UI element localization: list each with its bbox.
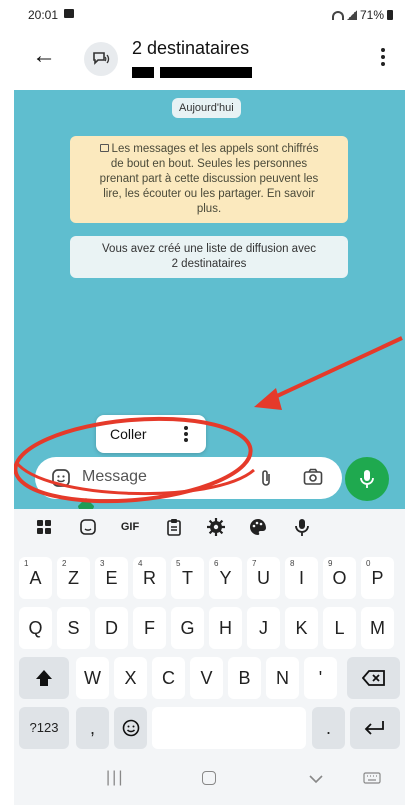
annotation-arrow-head	[254, 388, 282, 410]
key-k[interactable]: K	[285, 607, 318, 649]
key-a[interactable]: 1A	[19, 557, 52, 599]
key-p[interactable]: 0P	[361, 557, 394, 599]
period-key[interactable]: .	[312, 707, 345, 749]
system-nav-bar: |||	[14, 754, 405, 805]
space-key[interactable]	[152, 707, 306, 749]
phone-screen: 20:01 71% ← 2 destinataires Aujourd'hui …	[14, 0, 405, 805]
emoji-key[interactable]	[114, 707, 147, 749]
key-h[interactable]: H	[209, 607, 242, 649]
key-y[interactable]: 6Y	[209, 557, 242, 599]
key-u[interactable]: 7U	[247, 557, 280, 599]
backspace-key[interactable]	[347, 657, 400, 699]
key-g[interactable]: G	[171, 607, 204, 649]
home-icon[interactable]	[202, 771, 216, 785]
key-f[interactable]: F	[133, 607, 166, 649]
annotation-overlay	[14, 336, 403, 504]
key-i[interactable]: 8I	[285, 557, 318, 599]
key-z[interactable]: 2Z	[57, 557, 90, 599]
shift-key[interactable]	[19, 657, 69, 699]
key-m[interactable]: M	[361, 607, 394, 649]
enter-icon	[364, 721, 384, 735]
sticker-icon[interactable]	[78, 517, 98, 537]
emoji-icon	[122, 719, 139, 737]
key-b[interactable]: B	[228, 657, 261, 699]
key-apostrophe[interactable]: '	[304, 657, 337, 699]
key-x[interactable]: X	[114, 657, 147, 699]
clipboard-icon[interactable]	[164, 517, 184, 537]
key-w[interactable]: W	[76, 657, 109, 699]
symbols-key[interactable]: ?123	[19, 707, 69, 749]
key-n[interactable]: N	[266, 657, 299, 699]
keyboard-mic-icon[interactable]	[292, 517, 312, 537]
key-r[interactable]: 4R	[133, 557, 166, 599]
apps-icon[interactable]	[34, 517, 54, 537]
key-t[interactable]: 5T	[171, 557, 204, 599]
comma-key[interactable]: ,	[76, 707, 109, 749]
hide-keyboard-icon[interactable]	[308, 774, 324, 784]
key-o[interactable]: 9O	[323, 557, 356, 599]
key-j[interactable]: J	[247, 607, 280, 649]
backspace-icon	[361, 670, 385, 686]
palette-icon[interactable]	[248, 517, 268, 537]
key-d[interactable]: D	[95, 607, 128, 649]
gif-button[interactable]: GIF	[118, 517, 142, 537]
shift-icon	[36, 670, 52, 686]
annotation-circle	[14, 416, 253, 504]
annotation-circle-stroke	[14, 461, 255, 496]
keyboard-toolbar: GIF	[14, 509, 405, 545]
gear-icon[interactable]	[206, 517, 226, 537]
key-s[interactable]: S	[57, 607, 90, 649]
annotation-arrow-shaft	[261, 336, 403, 405]
keyboard-switch-icon[interactable]	[363, 772, 381, 784]
recent-apps-icon[interactable]: |||	[106, 769, 124, 787]
key-v[interactable]: V	[190, 657, 223, 699]
key-c[interactable]: C	[152, 657, 185, 699]
key-l[interactable]: L	[323, 607, 356, 649]
keyboard: GIF 1A 2Z 3E 4R 5 T 6 Y 7 U 8 I 9 O 0 P …	[14, 509, 405, 805]
enter-key[interactable]	[350, 707, 400, 749]
key-q[interactable]: Q	[19, 607, 52, 649]
key-e[interactable]: 3E	[95, 557, 128, 599]
